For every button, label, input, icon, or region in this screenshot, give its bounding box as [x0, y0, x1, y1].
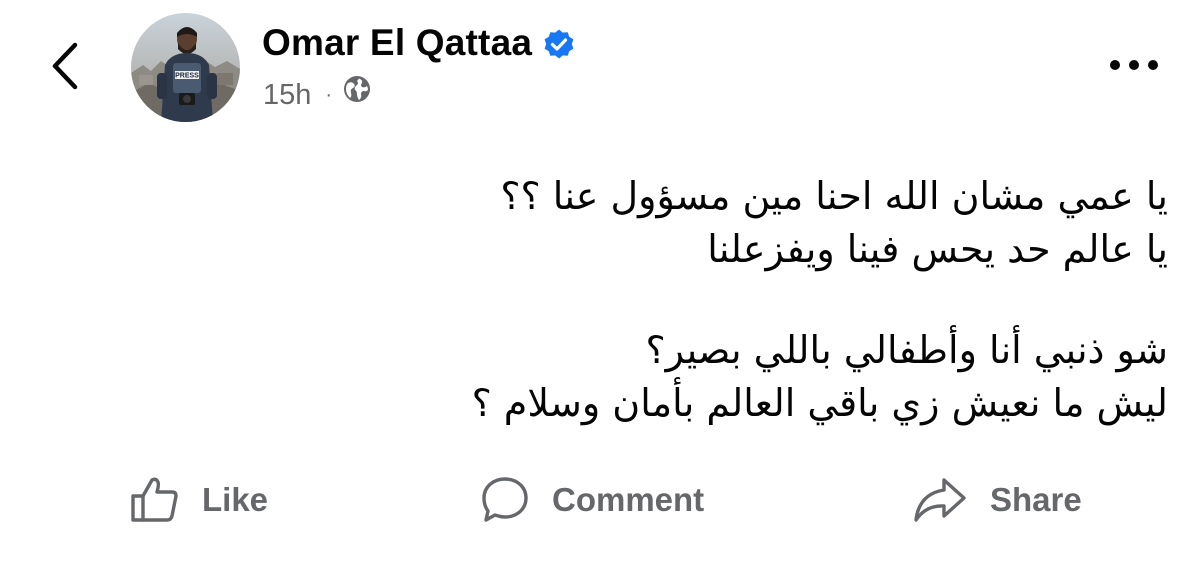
like-label: Like: [202, 481, 269, 518]
globe-icon[interactable]: [342, 74, 372, 115]
comment-bubble-icon: [482, 477, 528, 522]
post-time[interactable]: 15h: [263, 75, 311, 115]
chevron-left-icon: [52, 42, 78, 90]
action-bar: Like Comment Share: [0, 468, 1200, 532]
post-text-line: يا عمي مشان الله احنا مين مسؤول عنا ؟؟: [500, 174, 1168, 218]
post-text-line: شو ذنبي أنا وأطفالي باللي بصير؟: [645, 328, 1168, 372]
avatar-image: PRESS: [131, 13, 240, 122]
more-horizontal-icon: [1110, 60, 1158, 70]
meta-separator: ·: [325, 83, 333, 106]
share-label: Share: [990, 481, 1082, 518]
avatar[interactable]: PRESS: [131, 13, 240, 122]
back-button[interactable]: [44, 38, 84, 94]
press-label: PRESS: [175, 73, 199, 80]
post-meta: 15h ·: [263, 74, 372, 115]
author-name-text: Omar El Qattaa: [262, 22, 533, 63]
more-options-button[interactable]: [1106, 50, 1162, 80]
thumbs-up-icon: [131, 477, 178, 522]
like-button[interactable]: Like: [128, 468, 268, 532]
comment-label: Comment: [552, 481, 705, 518]
author-name[interactable]: Omar El Qattaa: [262, 20, 576, 66]
comment-button[interactable]: Comment: [480, 468, 704, 532]
post-text: يا عمي مشان الله احنا مين مسؤول عنا ؟؟ ي…: [68, 170, 1168, 430]
post-text-line: ليش ما نعيش زي باقي العالم بأمان وسلام ؟: [471, 381, 1168, 425]
share-button[interactable]: Share: [912, 468, 1082, 532]
verified-badge-icon: [542, 26, 576, 60]
share-arrow-icon: [914, 478, 966, 522]
post-text-line: يا عالم حد يحس فينا ويفزعلنا: [707, 227, 1168, 271]
